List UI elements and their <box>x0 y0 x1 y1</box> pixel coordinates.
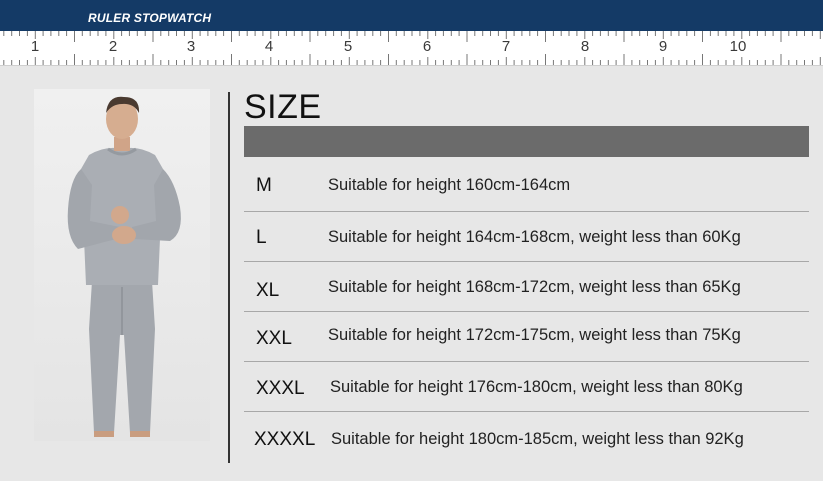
ruler-ticks <box>3 31 821 65</box>
size-description: Suitable for height 180cm-185cm, weight … <box>331 430 744 448</box>
size-label: XXL <box>256 328 292 349</box>
size-label: XXXXL <box>254 429 316 450</box>
ruler-number: 5 <box>343 38 353 55</box>
size-label: XXXL <box>256 378 305 399</box>
size-label: M <box>256 175 272 196</box>
ruler-number: 1 <box>30 38 40 55</box>
size-description: Suitable for height 160cm-164cm <box>328 176 571 194</box>
top-banner: RULER STOPWATCH <box>0 0 823 31</box>
ruler-number: 9 <box>658 38 668 55</box>
size-heading: SIZE <box>244 88 322 126</box>
vertical-divider <box>228 92 230 463</box>
size-row: XXL Suitable for height 172cm-175cm, wei… <box>244 312 809 362</box>
size-row: M Suitable for height 160cm-164cm <box>244 162 809 212</box>
ruler-number: 7 <box>501 38 511 55</box>
ruler-number: 4 <box>264 38 274 55</box>
size-description: Suitable for height 164cm-168cm, weight … <box>328 228 741 246</box>
size-description: Suitable for height 172cm-175cm, weight … <box>328 326 741 344</box>
size-description: Suitable for height 176cm-180cm, weight … <box>330 378 743 396</box>
ruler-number: 3 <box>186 38 196 55</box>
size-description: Suitable for height 168cm-172cm, weight … <box>328 278 741 296</box>
size-label: L <box>256 227 267 248</box>
ruler-number: 8 <box>580 38 590 55</box>
model-photo <box>34 89 210 441</box>
ruler-number: 2 <box>108 38 118 55</box>
ruler-number: 10 <box>729 38 747 55</box>
size-row: L Suitable for height 164cm-168cm, weigh… <box>244 212 809 262</box>
size-row: XXXL Suitable for height 176cm-180cm, we… <box>244 362 809 412</box>
thermal-underwear-figure <box>34 89 210 441</box>
size-row: XL Suitable for height 168cm-172cm, weig… <box>244 262 809 312</box>
ruler-number: 6 <box>422 38 432 55</box>
ruler: 1 2 3 4 5 6 7 8 9 10 <box>0 31 823 66</box>
heading-bar <box>244 126 809 157</box>
size-label: XL <box>256 280 280 301</box>
banner-title: RULER STOPWATCH <box>88 11 212 25</box>
size-row: XXXXL Suitable for height 180cm-185cm, w… <box>244 412 809 462</box>
